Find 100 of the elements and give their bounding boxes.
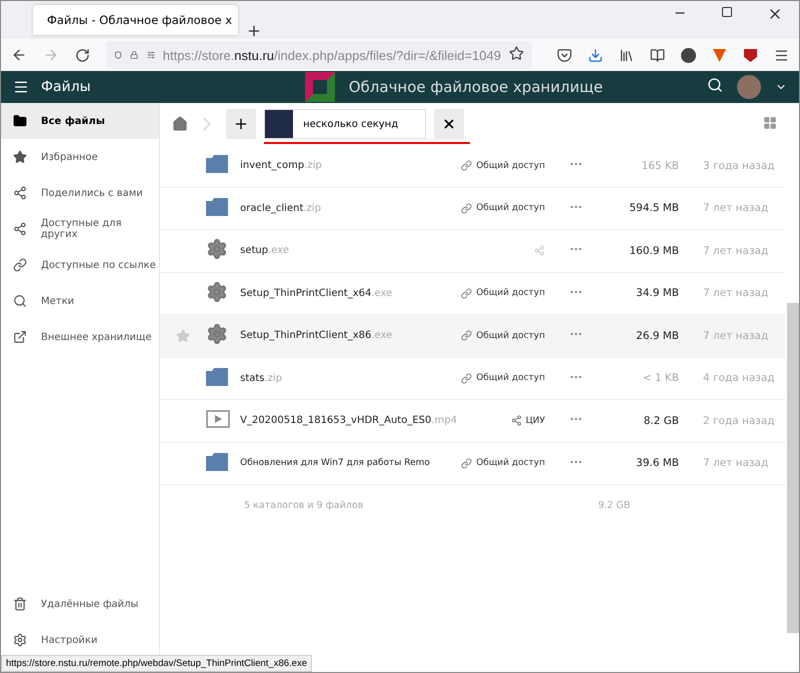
modified-time: 4 года назад <box>703 372 776 384</box>
file-name[interactable]: V_20200518_181653_vHDR_Auto_ES0.mp4 <box>240 415 457 426</box>
menu-icon <box>774 48 789 62</box>
modified-time: 7 лет назад <box>703 244 770 257</box>
avatar[interactable] <box>737 75 761 99</box>
file-row[interactable]: Setup_ThinPrintClient_x64.exe Общий доступ 34.9 MB 7 лет назад <box>160 272 785 315</box>
grid-view-icon <box>763 116 777 130</box>
share-button[interactable]: Общий доступ <box>461 288 545 299</box>
modified-time: 7 лет назад <box>703 457 770 470</box>
file-size: 26.9 MB <box>635 330 679 342</box>
lock-icon <box>130 48 138 62</box>
close-icon <box>442 117 456 131</box>
file-row[interactable]: Обновления для Win7 для работы Remo Общий доступ 39.6 MB 7 лет назад <box>160 442 785 485</box>
sidebar-item[interactable]: Внешнее хранилище <box>1 319 160 355</box>
cancel-button[interactable] <box>434 109 464 139</box>
share-button[interactable]: Общий доступ <box>461 372 545 384</box>
file-name[interactable]: oracle_client.zip <box>240 202 321 214</box>
summary-text: 5 каталогов и 9 файлов <box>244 500 364 512</box>
file-name[interactable]: stats.zip <box>240 372 282 384</box>
file-row[interactable]: Setup_ThinPrintClient_x86.exe Общий доступ 26.9 MB 7 лет назад <box>160 315 785 358</box>
file-name[interactable]: Обновления для Win7 для работы Remo <box>240 458 430 468</box>
link-icon <box>461 372 472 384</box>
sidebar-item[interactable]: Доступные для других <box>1 211 160 247</box>
maximize-icon <box>721 6 733 18</box>
reader-icon <box>650 48 665 62</box>
modified-time: 7 лет назад <box>703 202 770 214</box>
video-icon <box>206 410 230 428</box>
file-name[interactable]: invent_comp.zip <box>240 160 322 172</box>
folder-icon <box>206 155 228 174</box>
external-link-icon <box>13 330 27 344</box>
gear-icon <box>206 280 228 303</box>
file-row[interactable]: oracle_client.zip Общий доступ 594.5 MB 7 лет назад <box>160 188 785 230</box>
link-icon <box>461 330 472 342</box>
extension-icon[interactable] <box>681 48 696 62</box>
share-icon <box>13 222 27 236</box>
file-name[interactable]: Setup_ThinPrintClient_x64.exe <box>240 288 392 299</box>
download-icon <box>588 48 603 62</box>
share-icon <box>534 245 545 256</box>
new-button[interactable] <box>226 109 256 139</box>
sidebar-item[interactable]: Избранное <box>1 139 160 175</box>
sidebar-item[interactable]: Настройки <box>1 622 160 658</box>
file-size: 8.2 GB <box>642 414 679 427</box>
modified-time: 2 года назад <box>703 414 776 427</box>
status-url-tooltip: https://store.nstu.ru/remote.php/webdav/Setup_ThinPrintClient_x86.exe <box>1 655 312 672</box>
star-icon <box>176 328 190 343</box>
shield-extension-icon[interactable] <box>743 48 758 62</box>
sidebar-item[interactable]: Доступные по ссылке <box>1 247 160 283</box>
modified-time: 7 лет назад <box>703 330 770 342</box>
share-button[interactable]: Общий доступ <box>461 458 545 469</box>
scrollbar[interactable] <box>787 303 799 633</box>
folder-icon <box>13 114 27 128</box>
folder-icon <box>206 368 228 386</box>
folder-icon <box>206 452 228 471</box>
link-icon <box>461 458 472 469</box>
file-size: 34.9 MB <box>635 287 679 300</box>
modified-time: 3 года назад <box>703 160 776 172</box>
upload-status: несколько секунд <box>303 118 398 130</box>
tab-title: Файлы - Облачное файловое х <box>47 13 232 27</box>
settings-icon <box>13 633 27 647</box>
reload-icon <box>75 48 90 62</box>
app-title: Облачное файловое хранилище <box>348 78 603 96</box>
menu-icon <box>13 79 29 95</box>
file-name[interactable]: setup.exe <box>240 245 289 256</box>
folder-icon <box>206 198 228 216</box>
file-size: 39.6 MB <box>635 457 679 470</box>
gear-icon <box>206 238 228 260</box>
link-icon <box>13 258 27 272</box>
trash-icon <box>13 597 27 611</box>
browser-tab[interactable]: Файлы - Облачное файловое х <box>33 5 238 35</box>
total-size: 9.2 GB <box>597 500 630 512</box>
share-button[interactable]: ЦИУ <box>510 415 545 426</box>
library-icon <box>619 48 634 62</box>
sidebar-item[interactable]: Поделились с вами <box>1 175 160 211</box>
sidebar-item[interactable]: Удалённые файлы <box>1 586 160 622</box>
share-button[interactable]: Общий доступ <box>461 330 545 342</box>
bookmark-star-icon <box>509 46 524 61</box>
share-button[interactable]: Общий доступ <box>461 160 545 172</box>
sidebar-item[interactable]: Все файлы <box>1 103 160 139</box>
image-thumbnail <box>265 110 294 138</box>
app-name[interactable]: Файлы <box>41 79 91 95</box>
file-size: 165 KB <box>640 160 679 172</box>
file-size: 160.9 MB <box>628 244 679 257</box>
modified-time: 7 лет назад <box>703 287 770 300</box>
sidebar-item[interactable]: Метки <box>1 283 160 319</box>
link-icon <box>461 288 472 299</box>
back-icon <box>11 47 27 63</box>
file-size: < 1 KB <box>642 372 679 384</box>
search-icon <box>13 294 27 308</box>
file-size: 594.5 MB <box>628 202 679 214</box>
forward-icon <box>43 47 59 63</box>
new-tab-icon <box>246 23 262 39</box>
link-icon <box>461 160 472 172</box>
gear-icon <box>206 323 228 346</box>
file-name[interactable]: Setup_ThinPrintClient_x86.exe <box>240 330 392 342</box>
address-bar[interactable]: https://store.nstu.ru/index.php/apps/files/?dir=/&fileid=1049 <box>106 41 532 69</box>
share-button[interactable]: Общий доступ <box>461 202 545 214</box>
star-icon <box>13 150 27 164</box>
file-row[interactable]: stats.zip Общий доступ < 1 KB 4 года назад <box>160 358 785 400</box>
shield-icon <box>114 48 122 62</box>
home-icon <box>172 116 188 132</box>
